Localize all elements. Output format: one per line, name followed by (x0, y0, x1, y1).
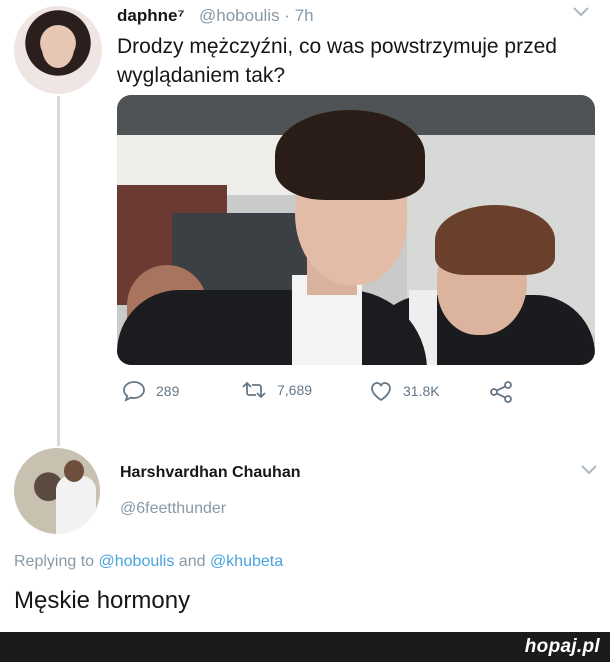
replying-prefix: Replying to (14, 553, 99, 570)
like-button[interactable]: 31.8K (369, 380, 440, 402)
chevron-down-icon[interactable] (578, 462, 600, 478)
watermark-logo: hopaj.pl (524, 636, 600, 657)
tweet-author-handle[interactable]: @hoboulis · 7h (199, 6, 314, 26)
share-icon (490, 381, 512, 403)
reply-author-name[interactable]: Harshvardhan Chauhan (120, 464, 300, 482)
watermark-bar: hopaj.pl (0, 632, 610, 662)
retweet-button[interactable]: 7,689 (241, 380, 312, 400)
tweet-text: Drodzy mężczyźni, co was powstrzymuje pr… (117, 35, 557, 87)
tweet-photo[interactable] (117, 95, 595, 365)
replying-to-line: Replying to @hoboulis and @khubeta (14, 553, 283, 571)
thread-line (57, 96, 60, 446)
mention-link[interactable]: @hoboulis (99, 553, 175, 570)
retweet-count: 7,689 (277, 382, 313, 398)
reply-count: 289 (156, 383, 180, 399)
avatar[interactable] (14, 6, 102, 94)
reply-text: Męskie hormony (14, 587, 191, 614)
avatar[interactable] (14, 448, 100, 534)
like-count: 31.8K (403, 383, 440, 399)
tweet-author-name[interactable]: daphne⁷ (117, 6, 184, 26)
mention-link[interactable]: @khubeta (210, 553, 283, 570)
replying-join: and (174, 553, 210, 570)
reply-icon (123, 381, 145, 402)
reply-author-handle[interactable]: @6feetthunder (120, 500, 226, 518)
retweet-icon (242, 381, 266, 399)
share-button[interactable] (488, 380, 514, 404)
reply-button[interactable]: 289 (122, 380, 179, 402)
like-icon (371, 382, 391, 402)
chevron-down-icon[interactable] (570, 4, 592, 20)
